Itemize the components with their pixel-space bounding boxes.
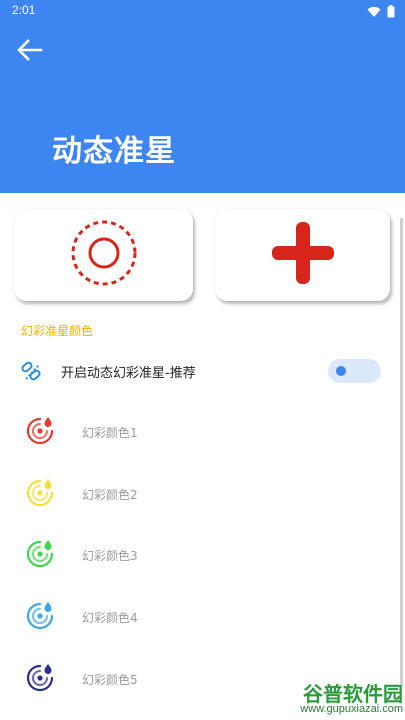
dynamic-crosshair-toggle-row[interactable]: 开启动态幻彩准星-推荐 — [0, 353, 405, 389]
color-drop-icon — [23, 476, 57, 510]
watermark-url: www.gupuxiazai.com — [300, 703, 403, 715]
battery-icon — [387, 3, 395, 22]
color-label: 幻彩颜色2 — [82, 488, 138, 502]
color-label: 幻彩颜色4 — [82, 611, 138, 625]
color-row-2[interactable]: 幻彩颜色2 — [0, 474, 405, 514]
color-label: 幻彩颜色3 — [82, 549, 138, 563]
wifi-icon — [367, 3, 381, 22]
color-label: 幻彩颜色1 — [82, 426, 138, 440]
crosshair-option-circle[interactable] — [14, 209, 193, 301]
plus-crosshair-icon — [270, 220, 336, 290]
circle-crosshair-icon — [69, 218, 139, 292]
status-time: 2:01 — [12, 3, 36, 17]
color-drop-icon — [23, 414, 57, 448]
crosshair-option-plus[interactable] — [215, 209, 390, 301]
status-icons — [367, 3, 395, 22]
toggle-label: 开启动态幻彩准星-推荐 — [61, 366, 196, 381]
back-button[interactable] — [14, 36, 46, 68]
arrow-left-icon — [17, 39, 43, 65]
section-title: 幻彩准星颜色 — [21, 324, 94, 338]
color-label: 幻彩颜色5 — [82, 673, 138, 687]
rainbow-link-icon — [19, 359, 43, 383]
color-row-4[interactable]: 幻彩颜色4 — [0, 597, 405, 637]
color-drop-icon — [23, 599, 57, 633]
color-drop-icon — [23, 537, 57, 571]
scrollbar[interactable] — [400, 218, 403, 698]
app-header: 2:01 动态准星 — [0, 0, 405, 193]
color-row-1[interactable]: 幻彩颜色1 — [0, 412, 405, 452]
page-title: 动态准星 — [52, 134, 176, 169]
dynamic-crosshair-switch[interactable] — [328, 359, 381, 383]
color-row-3[interactable]: 幻彩颜色3 — [0, 535, 405, 575]
switch-knob — [336, 366, 346, 376]
color-drop-icon — [23, 661, 57, 695]
